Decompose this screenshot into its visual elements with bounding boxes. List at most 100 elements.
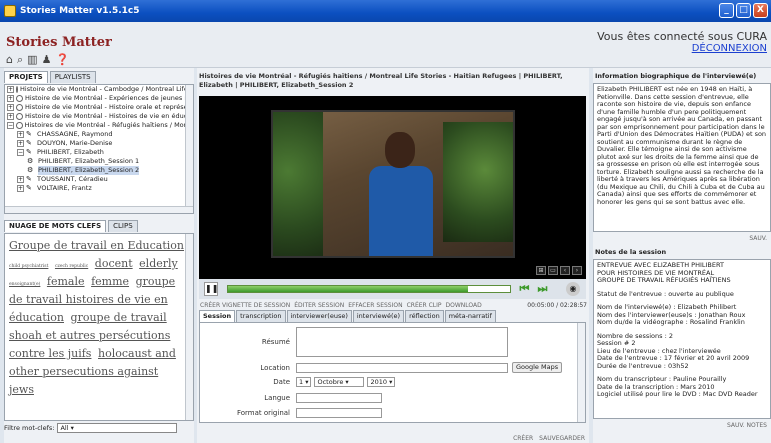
close-button[interactable]: X xyxy=(753,3,768,18)
bio-save-button[interactable]: SAUV. xyxy=(593,232,771,244)
fullscreen-icon[interactable]: ⊞ xyxy=(536,266,546,275)
keyword-link[interactable]: elderly xyxy=(139,257,178,270)
tab-meta-narrative[interactable]: méta-narratif xyxy=(444,310,496,322)
video-player[interactable]: ⊞ ▭ ‹ › xyxy=(199,96,586,279)
cloud-scrollbar[interactable] xyxy=(185,234,193,420)
maximize-button[interactable]: □ xyxy=(736,3,751,18)
pause-button[interactable]: ❚❚ xyxy=(204,282,218,296)
tree-item[interactable]: + ✎ DOUYON, Marie-Denise xyxy=(5,139,193,148)
tree-item[interactable]: + ✎ VOLTAIRE, Frantz xyxy=(5,184,193,193)
tab-keyword-cloud[interactable]: NUAGE DE MOTS CLEFS xyxy=(4,220,107,232)
keyword-link[interactable]: child psychiatrist xyxy=(9,264,48,269)
interviewee-icon: ✎ xyxy=(26,175,32,183)
keyword-link[interactable]: ensoignant(e) xyxy=(9,282,40,287)
expand-icon[interactable]: + xyxy=(7,86,14,93)
langue-input[interactable] xyxy=(296,393,382,403)
project-icon xyxy=(16,113,23,120)
tree-item[interactable]: + ✎ TOUSSAINT, Céradieu xyxy=(5,175,193,184)
tab-reflection[interactable]: réflection xyxy=(405,310,444,322)
tab-session[interactable]: Session xyxy=(199,310,236,322)
skip-forward-icon[interactable]: ⏭ xyxy=(535,282,550,296)
filter-select[interactable]: All ▾ xyxy=(57,423,178,433)
date-year-select[interactable]: 2010 ▾ xyxy=(367,377,396,387)
next-icon[interactable]: › xyxy=(572,266,582,275)
volume-icon[interactable]: ◉ xyxy=(566,282,580,296)
expand-icon[interactable]: + xyxy=(7,95,14,102)
create-clip-button[interactable]: CRÉER CLIP xyxy=(407,302,442,310)
expand-icon[interactable]: + xyxy=(17,131,24,138)
expand-icon[interactable]: + xyxy=(7,104,14,111)
date-day-select[interactable]: 1 ▾ xyxy=(296,377,312,387)
tab-interviewee[interactable]: interviewé(e) xyxy=(352,310,405,322)
tree-item[interactable]: + ✎ CHASSAGNE, Raymond xyxy=(5,130,193,139)
google-maps-button[interactable]: Google Maps xyxy=(512,362,563,373)
expand-icon[interactable]: + xyxy=(17,140,24,147)
search-icon[interactable]: ⌕ xyxy=(17,53,23,67)
notes-paragraph: ENTREVUE AVEC ELIZABETH PHILIBERT POUR H… xyxy=(597,261,731,284)
interviewee-icon: ✎ xyxy=(26,184,32,192)
tree-item[interactable]: ⚙ PHILIBERT, Elizabeth_Session 1 xyxy=(5,157,193,166)
tree-item[interactable]: ⚙ PHILIBERT, Elizabeth_Session 2 xyxy=(5,166,193,175)
user-icon[interactable]: ♟ xyxy=(42,53,52,67)
session-notes[interactable]: ENTREVUE AVEC ELIZABETH PHILIBERT POUR H… xyxy=(593,259,771,419)
chart-icon[interactable]: ▥ xyxy=(27,53,37,67)
keyword-link[interactable]: docent xyxy=(95,257,133,270)
format-input[interactable] xyxy=(296,408,382,418)
keyword-link[interactable]: female xyxy=(47,275,85,288)
tree-item[interactable]: + Histoire de vie Montréal - Expériences … xyxy=(5,94,193,103)
date-year-value: 2010 xyxy=(370,378,388,386)
notes-paragraph: Statut de l'entrevue : ouverte au publiq… xyxy=(597,289,734,298)
tab-interviewer[interactable]: interviewer(euse) xyxy=(286,310,352,322)
date-month-select[interactable]: Octobre ▾ xyxy=(314,377,365,387)
expand-icon[interactable]: − xyxy=(7,122,14,129)
minimize-button[interactable]: _ xyxy=(719,3,734,18)
tree-hscrollbar[interactable] xyxy=(5,206,193,213)
location-input[interactable] xyxy=(296,362,508,373)
window-icon[interactable]: ▭ xyxy=(548,266,558,275)
left-panel: PROJETS PLAYLISTS + Histoire de vie Montr… xyxy=(4,68,194,443)
expand-icon[interactable]: + xyxy=(17,176,24,183)
download-button[interactable]: DOWNLOAD xyxy=(446,302,482,310)
tree-item[interactable]: − Histoires de vie Montréal - Réfugiés ha… xyxy=(5,121,193,130)
tree-scrollbar[interactable] xyxy=(185,85,193,213)
expand-icon[interactable]: − xyxy=(17,149,24,156)
tab-clips[interactable]: CLIPS xyxy=(108,220,138,232)
keyword-link[interactable]: Groupe de travail en Education xyxy=(9,239,184,252)
session-form: Résumé Location Google Maps Date 1 ▾ Oct… xyxy=(199,322,586,423)
progress-bar[interactable] xyxy=(227,285,511,293)
expand-icon[interactable]: + xyxy=(7,113,14,120)
tab-playlists[interactable]: PLAYLISTS xyxy=(49,71,96,83)
session-icon: ⚙ xyxy=(27,157,34,165)
save-button[interactable]: SAUVEGARDER xyxy=(539,435,585,442)
progress-fill xyxy=(228,286,468,292)
notes-save-button[interactable]: SAUV. NOTES xyxy=(593,419,771,431)
session-actions: CRÉER VIGNETTE DE SESSION ÉDITER SESSION… xyxy=(197,299,589,310)
tree-item[interactable]: + Histoire de vie Montréal - Histoire ora… xyxy=(5,103,193,112)
interviewee-icon: ✎ xyxy=(26,130,32,138)
prev-icon[interactable]: ‹ xyxy=(560,266,570,275)
home-icon[interactable]: ⌂ xyxy=(6,53,13,67)
tree-item[interactable]: − ✎ PHILIBERT, Elizabeth xyxy=(5,148,193,157)
form-scrollbar[interactable] xyxy=(577,323,585,422)
tree-item[interactable]: + Histoire de vie Montréal - Histoires de… xyxy=(5,112,193,121)
tab-transcription[interactable]: transcription xyxy=(236,310,286,322)
keyword-link[interactable]: femme xyxy=(91,275,129,288)
project-tree: + Histoire de vie Montréal - Cambodge / M… xyxy=(4,84,194,214)
tree-item[interactable]: + Histoire de vie Montréal - Cambodge / M… xyxy=(5,85,193,94)
tab-projets[interactable]: PROJETS xyxy=(4,71,48,83)
help-icon[interactable]: ❓ xyxy=(55,53,69,67)
video-frame xyxy=(271,110,515,258)
keyword-link[interactable]: czech republic xyxy=(55,264,88,269)
delete-session-button[interactable]: EFFACER SESSION xyxy=(348,302,402,310)
edit-session-button[interactable]: ÉDITER SESSION xyxy=(294,302,344,310)
create-thumbnail-button[interactable]: CRÉER VIGNETTE DE SESSION xyxy=(200,302,290,310)
create-button[interactable]: CRÉER xyxy=(513,435,533,442)
bio-text[interactable]: Elizabeth PHILIBERT est née en 1948 en H… xyxy=(593,83,771,232)
expand-icon[interactable]: + xyxy=(17,185,24,192)
skip-back-icon[interactable]: ⏮ xyxy=(517,282,532,296)
form-footer: CRÉER SAUVEGARDER xyxy=(513,435,585,442)
notes-paragraph: Nom de l'interviewé(e) : Elizabeth Phili… xyxy=(597,303,746,326)
resume-textarea[interactable] xyxy=(296,327,508,357)
logout-link[interactable]: DÉCONNEXION xyxy=(597,43,767,55)
location-label: Location xyxy=(260,363,290,372)
